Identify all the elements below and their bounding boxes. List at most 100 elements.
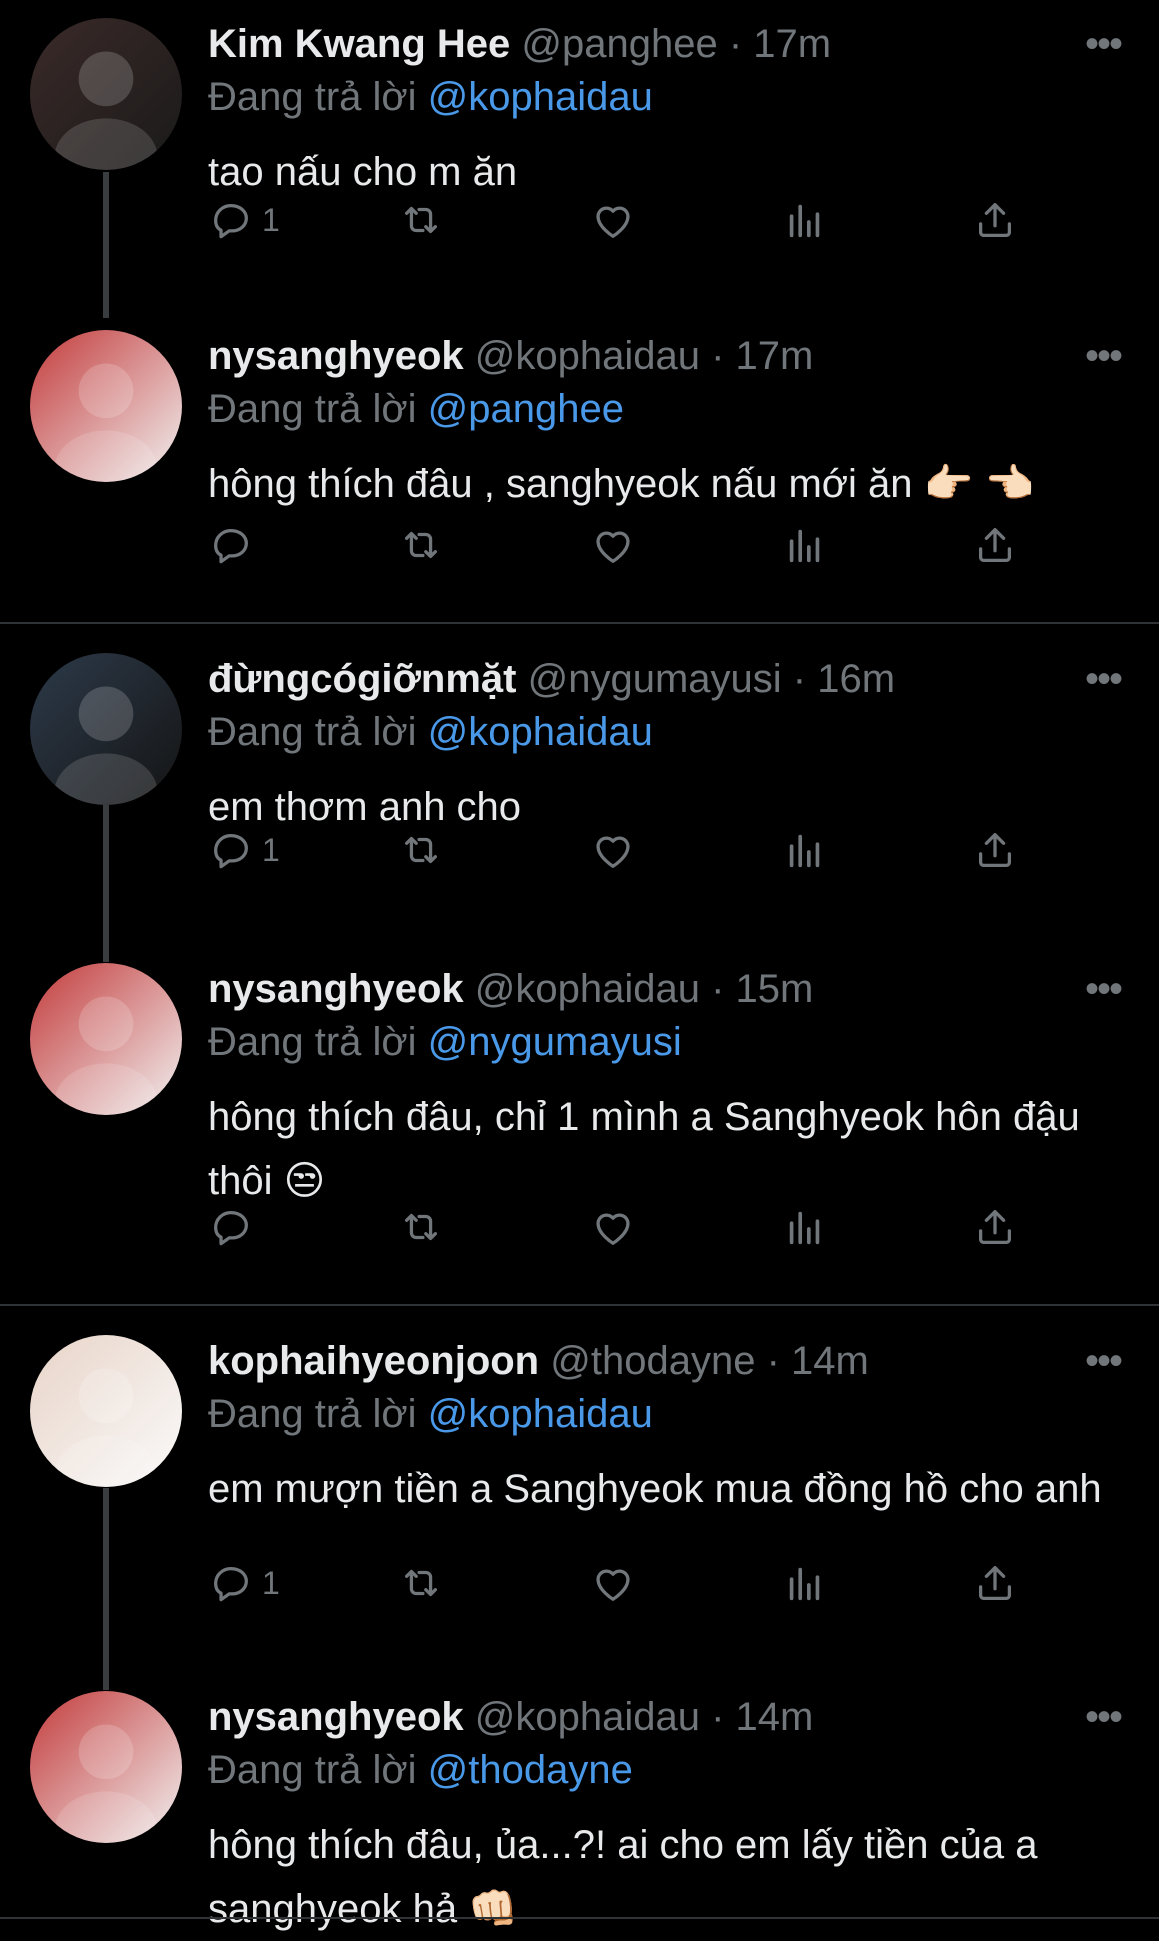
retweet-icon: [398, 1204, 444, 1250]
views-icon: [782, 197, 828, 243]
heart-icon: [590, 1204, 636, 1250]
user-handle[interactable]: @nygumayusi: [528, 657, 782, 701]
tweet-header: nysanghyeok @kophaidau · 14m: [208, 1689, 1129, 1745]
more-icon[interactable]: •••: [1085, 651, 1123, 707]
like-button[interactable]: [590, 820, 636, 880]
tweet-actions: 1: [208, 1553, 1048, 1613]
replying-to-handle[interactable]: @panghee: [428, 387, 624, 431]
avatar[interactable]: [30, 18, 182, 170]
timestamp[interactable]: 16m: [817, 657, 895, 701]
reply-button[interactable]: 1: [208, 820, 280, 880]
reply-count: 1: [262, 201, 280, 238]
views-button[interactable]: [782, 820, 828, 880]
reply-button[interactable]: [208, 515, 262, 575]
avatar[interactable]: [30, 330, 182, 482]
replying-to-label: Đang trả lời: [208, 710, 417, 754]
display-name[interactable]: Kim Kwang Hee: [208, 22, 510, 66]
tweet-header: Kim Kwang Hee @panghee · 17m: [208, 16, 1129, 72]
more-icon[interactable]: •••: [1085, 16, 1123, 72]
reply-button[interactable]: [208, 1197, 262, 1257]
like-button[interactable]: [590, 515, 636, 575]
timestamp[interactable]: 15m: [736, 967, 814, 1011]
tweet-text: hông thích đâu, chỉ 1 mình a Sanghyeok h…: [208, 1095, 1080, 1203]
user-handle[interactable]: @kophaidau: [475, 967, 700, 1011]
tweet-divider: [0, 1917, 1159, 1919]
separator-dot: ·: [700, 967, 736, 1011]
heart-icon: [590, 522, 636, 568]
heart-icon: [590, 827, 636, 873]
retweet-button[interactable]: [398, 515, 444, 575]
tweet-actions: 1: [208, 820, 1048, 880]
replying-to-handle[interactable]: @nygumayusi: [428, 1020, 682, 1064]
like-button[interactable]: [590, 190, 636, 250]
views-button[interactable]: [782, 190, 828, 250]
share-button[interactable]: [972, 515, 1018, 575]
reply-button[interactable]: 1: [208, 190, 280, 250]
user-handle[interactable]: @kophaidau: [475, 334, 700, 378]
timestamp[interactable]: 17m: [736, 334, 814, 378]
share-button[interactable]: [972, 820, 1018, 880]
views-icon: [782, 522, 828, 568]
user-handle[interactable]: @thodayne: [550, 1339, 755, 1383]
tweet-text: hông thích đâu , sanghyeok nấu mới ăn 👉🏻…: [208, 462, 1035, 506]
like-button[interactable]: [590, 1197, 636, 1257]
replying-to: Đang trả lời @kophaidau: [208, 1389, 1129, 1439]
share-button[interactable]: [972, 1197, 1018, 1257]
more-icon[interactable]: •••: [1085, 961, 1123, 1017]
avatar[interactable]: [30, 653, 182, 805]
replying-to: Đang trả lời @panghee: [208, 384, 1129, 434]
tweet-actions: [208, 515, 1048, 575]
share-icon: [972, 197, 1018, 243]
heart-icon: [590, 1560, 636, 1606]
retweet-button[interactable]: [398, 190, 444, 250]
views-button[interactable]: [782, 515, 828, 575]
replying-to-label: Đang trả lời: [208, 75, 417, 119]
avatar[interactable]: [30, 1335, 182, 1487]
tweet-content: nysanghyeok @kophaidau · 15m ••• Đang trả …: [208, 961, 1129, 1213]
more-icon[interactable]: •••: [1085, 1333, 1123, 1389]
tweet-text: em mượn tiền a Sanghyeok mua đồng hồ cho…: [208, 1467, 1102, 1511]
replying-to: Đang trả lời @nygumayusi: [208, 1017, 1129, 1067]
user-handle[interactable]: @panghee: [521, 22, 717, 66]
share-button[interactable]: [972, 1553, 1018, 1613]
replying-to-handle[interactable]: @thodayne: [428, 1748, 633, 1792]
user-handle[interactable]: @kophaidau: [475, 1695, 700, 1739]
views-button[interactable]: [782, 1553, 828, 1613]
timestamp[interactable]: 14m: [791, 1339, 869, 1383]
replying-to: Đang trả lời @kophaidau: [208, 72, 1129, 122]
share-icon: [972, 1560, 1018, 1606]
tweet-content: kophaihyeonjoon @thodayne · 14m ••• Đang t…: [208, 1333, 1129, 1521]
tweet-text: hông thích đâu, ủa...?! ai cho em lấy ti…: [208, 1823, 1038, 1931]
tweet-content: đừngcógiỡnmặt @nygumayusi · 16m ••• Đang t…: [208, 651, 1129, 839]
views-button[interactable]: [782, 1197, 828, 1257]
replying-to-handle[interactable]: @kophaidau: [428, 1392, 653, 1436]
tweet-divider: [0, 1304, 1159, 1306]
tweet-divider: [0, 622, 1159, 624]
reply-button[interactable]: 1: [208, 1553, 280, 1613]
tweet-actions: [208, 1197, 1048, 1257]
tweet-header: nysanghyeok @kophaidau · 15m: [208, 961, 1129, 1017]
reply-count: 1: [262, 1564, 280, 1601]
display-name[interactable]: đừngcógiỡnmặt: [208, 657, 517, 701]
more-icon[interactable]: •••: [1085, 1689, 1123, 1745]
separator-dot: ·: [755, 1339, 791, 1383]
reply-icon: [208, 827, 254, 873]
timestamp[interactable]: 14m: [736, 1695, 814, 1739]
display-name[interactable]: nysanghyeok: [208, 967, 464, 1011]
replying-to-label: Đang trả lời: [208, 1020, 417, 1064]
display-name[interactable]: nysanghyeok: [208, 334, 464, 378]
avatar[interactable]: [30, 1691, 182, 1843]
display-name[interactable]: kophaihyeonjoon: [208, 1339, 539, 1383]
retweet-button[interactable]: [398, 820, 444, 880]
display-name[interactable]: nysanghyeok: [208, 1695, 464, 1739]
retweet-button[interactable]: [398, 1197, 444, 1257]
timestamp[interactable]: 17m: [753, 22, 831, 66]
replying-to-handle[interactable]: @kophaidau: [428, 75, 653, 119]
more-icon[interactable]: •••: [1085, 328, 1123, 384]
like-button[interactable]: [590, 1553, 636, 1613]
retweet-button[interactable]: [398, 1553, 444, 1613]
reply-icon: [208, 197, 254, 243]
share-button[interactable]: [972, 190, 1018, 250]
avatar[interactable]: [30, 963, 182, 1115]
replying-to-handle[interactable]: @kophaidau: [428, 710, 653, 754]
